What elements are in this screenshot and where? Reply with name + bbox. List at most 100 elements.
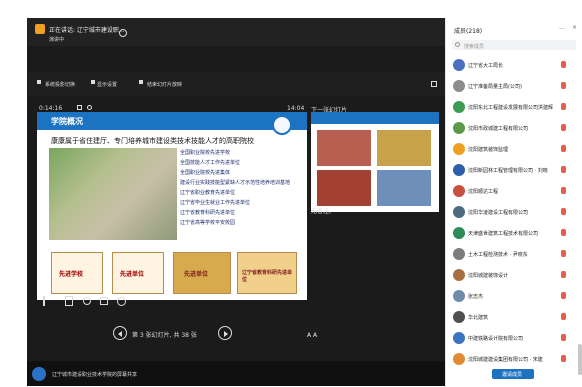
search-box[interactable]: 搜索成员	[452, 40, 576, 50]
toolbar-item-2[interactable]: 显示设置	[97, 81, 117, 88]
zoom-icon[interactable]	[83, 297, 91, 305]
member-name: 天津盛世建筑工程技术有限公司	[468, 231, 539, 237]
sidebar-scrollbar[interactable]	[578, 344, 582, 375]
avatar	[453, 143, 465, 155]
member-name: 沈阳城建建设集团有限公司 · 宋建	[468, 357, 543, 363]
laser-icon[interactable]	[65, 296, 73, 306]
member-row[interactable]: 沈阳城建建设集团有限公司 · 宋建	[446, 350, 582, 368]
avatar	[453, 185, 465, 197]
certificate-2: 先进单位	[112, 252, 164, 294]
school-logo	[272, 115, 292, 135]
slide-subtitle: 康康属于省住建厅、专门培养城市建设类技术技能人才的高职院校	[51, 137, 254, 145]
microphone-muted-icon	[561, 208, 566, 215]
avatar	[453, 269, 465, 281]
member-row[interactable]: 沈阳华凌建设工程有限公司	[446, 203, 582, 221]
screen-icon[interactable]	[100, 297, 108, 305]
avatar	[453, 353, 465, 365]
microphone-muted-icon	[561, 103, 566, 110]
member-name: 辽宁省大工局长	[468, 63, 504, 69]
campus-photo	[49, 148, 177, 240]
app-icon	[35, 24, 45, 34]
member-row[interactable]: 辽宁省大工局长	[446, 56, 582, 74]
member-row[interactable]: 沈阳建筑装饰监理	[446, 140, 582, 158]
member-name: 辽宁准备局量主局(公司)	[468, 84, 522, 90]
projector-icon	[37, 80, 41, 84]
slide-counter: 第 3 张幻灯片, 共 38 张	[132, 332, 197, 339]
top-bar: 正在讲话: 辽宁城市建设职... 演讲中	[27, 18, 445, 46]
member-name: 华北建筑	[468, 315, 489, 321]
pen-icon[interactable]	[43, 296, 49, 306]
avatar	[453, 290, 465, 302]
member-row[interactable]: 沈阳东北工程建设发展有限公司洪建辉	[446, 98, 582, 116]
toolbar-item-3[interactable]: 结束幻灯片放映	[147, 81, 182, 88]
presenter-window: 正在讲话: 辽宁城市建设职... 演讲中 系统投影切换 显示设置 结束幻灯片放映…	[27, 18, 445, 386]
microphone-muted-icon	[561, 250, 566, 257]
close-icon[interactable]: ×	[572, 24, 577, 31]
member-row[interactable]: 张志杰	[446, 287, 582, 305]
member-row[interactable]: 中建铁路设计院有限公司	[446, 329, 582, 347]
member-name: 沈阳顺达工程	[468, 189, 499, 195]
avatar	[453, 332, 465, 344]
member-row[interactable]: 华北建筑	[446, 308, 582, 326]
slide-title: 学院概况	[51, 117, 83, 126]
member-name: 沈阳市政城建工程有限公司	[468, 126, 529, 132]
honor-item: 辽宁省毕业生就业工作先进单位	[180, 200, 251, 206]
honor-item: 辽宁省教育科研先进单位	[180, 210, 236, 216]
member-sidebar: 成员(218) ... × 搜索成员 辽宁省大工局长 辽宁准备局量主局(公司) …	[445, 18, 582, 387]
member-name: 土木工程检测技术 · 尹晓东	[468, 252, 528, 258]
member-row[interactable]: 沈阳顺达工程	[446, 182, 582, 200]
reset-icon[interactable]	[87, 105, 92, 110]
certificate-4: 辽宁省教育科研先进单位	[237, 252, 297, 294]
presenter-toolbar: 系统投影切换 显示设置 结束幻灯片放映	[27, 72, 445, 96]
certificate-1: 先进学校	[51, 252, 103, 294]
preview-photo-3	[317, 170, 371, 206]
avatar	[453, 248, 465, 260]
member-name: 张志杰	[468, 294, 484, 300]
microphone-muted-icon	[561, 292, 566, 299]
member-row[interactable]: 沈阳城建装饰设计	[446, 266, 582, 284]
avatar	[453, 80, 465, 92]
exit-arrow-icon[interactable]	[119, 29, 127, 37]
member-row[interactable]: 天津盛世建筑工程技术有限公司	[446, 224, 582, 242]
member-row[interactable]: 辽宁准备局量主局(公司)	[446, 77, 582, 95]
settings-icon[interactable]	[431, 81, 437, 87]
font-size-controls[interactable]: A A	[307, 332, 317, 339]
microphone-muted-icon	[561, 187, 566, 194]
share-status-icon	[32, 367, 46, 381]
microphone-muted-icon	[561, 166, 566, 173]
member-name: 沈阳建筑装饰监理	[468, 147, 509, 153]
current-slide: 学院概况 康康属于省住建厅、专门培养城市建设类技术技能人才的高职院校 全国职业院…	[37, 112, 307, 300]
honor-item: 辽宁省高等学校平安校园	[180, 220, 236, 226]
honor-item: 全国职业院校先进集体	[180, 170, 231, 176]
preview-photo-4	[377, 170, 431, 206]
certificate-3: 先进单位	[173, 252, 231, 294]
previous-slide-button[interactable]	[113, 326, 127, 340]
next-slide-button[interactable]	[218, 326, 232, 340]
honor-item: 全国技能人才工作先进单位	[180, 160, 241, 166]
avatar	[453, 101, 465, 113]
member-row[interactable]: 沈阳新园林工程管理有限公司 · 刘晓	[446, 161, 582, 179]
member-row[interactable]: 沈阳市政城建工程有限公司	[446, 119, 582, 137]
member-name: 沈阳城建装饰设计	[468, 273, 509, 279]
member-name: 沈阳东北工程建设发展有限公司洪建辉	[468, 105, 554, 111]
invite-member-button[interactable]: 邀请成员	[492, 369, 534, 379]
sidebar-title: 成员(218)	[454, 28, 483, 35]
notes-text: 无备注。	[311, 208, 336, 215]
member-name: 中建铁路设计院有限公司	[468, 336, 524, 342]
preview-photo-2	[377, 130, 431, 166]
member-row[interactable]: 土木工程检测技术 · 尹晓东	[446, 245, 582, 263]
microphone-muted-icon	[561, 145, 566, 152]
next-slide-preview	[311, 112, 439, 212]
meeting-title: 正在讲话: 辽宁城市建设职...	[49, 27, 125, 34]
toolbar-item-1[interactable]: 系统投影切换	[45, 81, 75, 88]
microphone-muted-icon	[561, 229, 566, 236]
honor-item: 辽宁省职业教育先进单位	[180, 190, 236, 196]
preview-photo-1	[317, 130, 371, 166]
avatar	[453, 59, 465, 71]
sidebar-more[interactable]: ...	[559, 24, 565, 31]
more-icon[interactable]	[117, 297, 126, 306]
microphone-muted-icon	[561, 124, 566, 131]
pause-icon[interactable]	[77, 105, 82, 110]
avatar	[453, 206, 465, 218]
microphone-muted-icon	[561, 313, 566, 320]
